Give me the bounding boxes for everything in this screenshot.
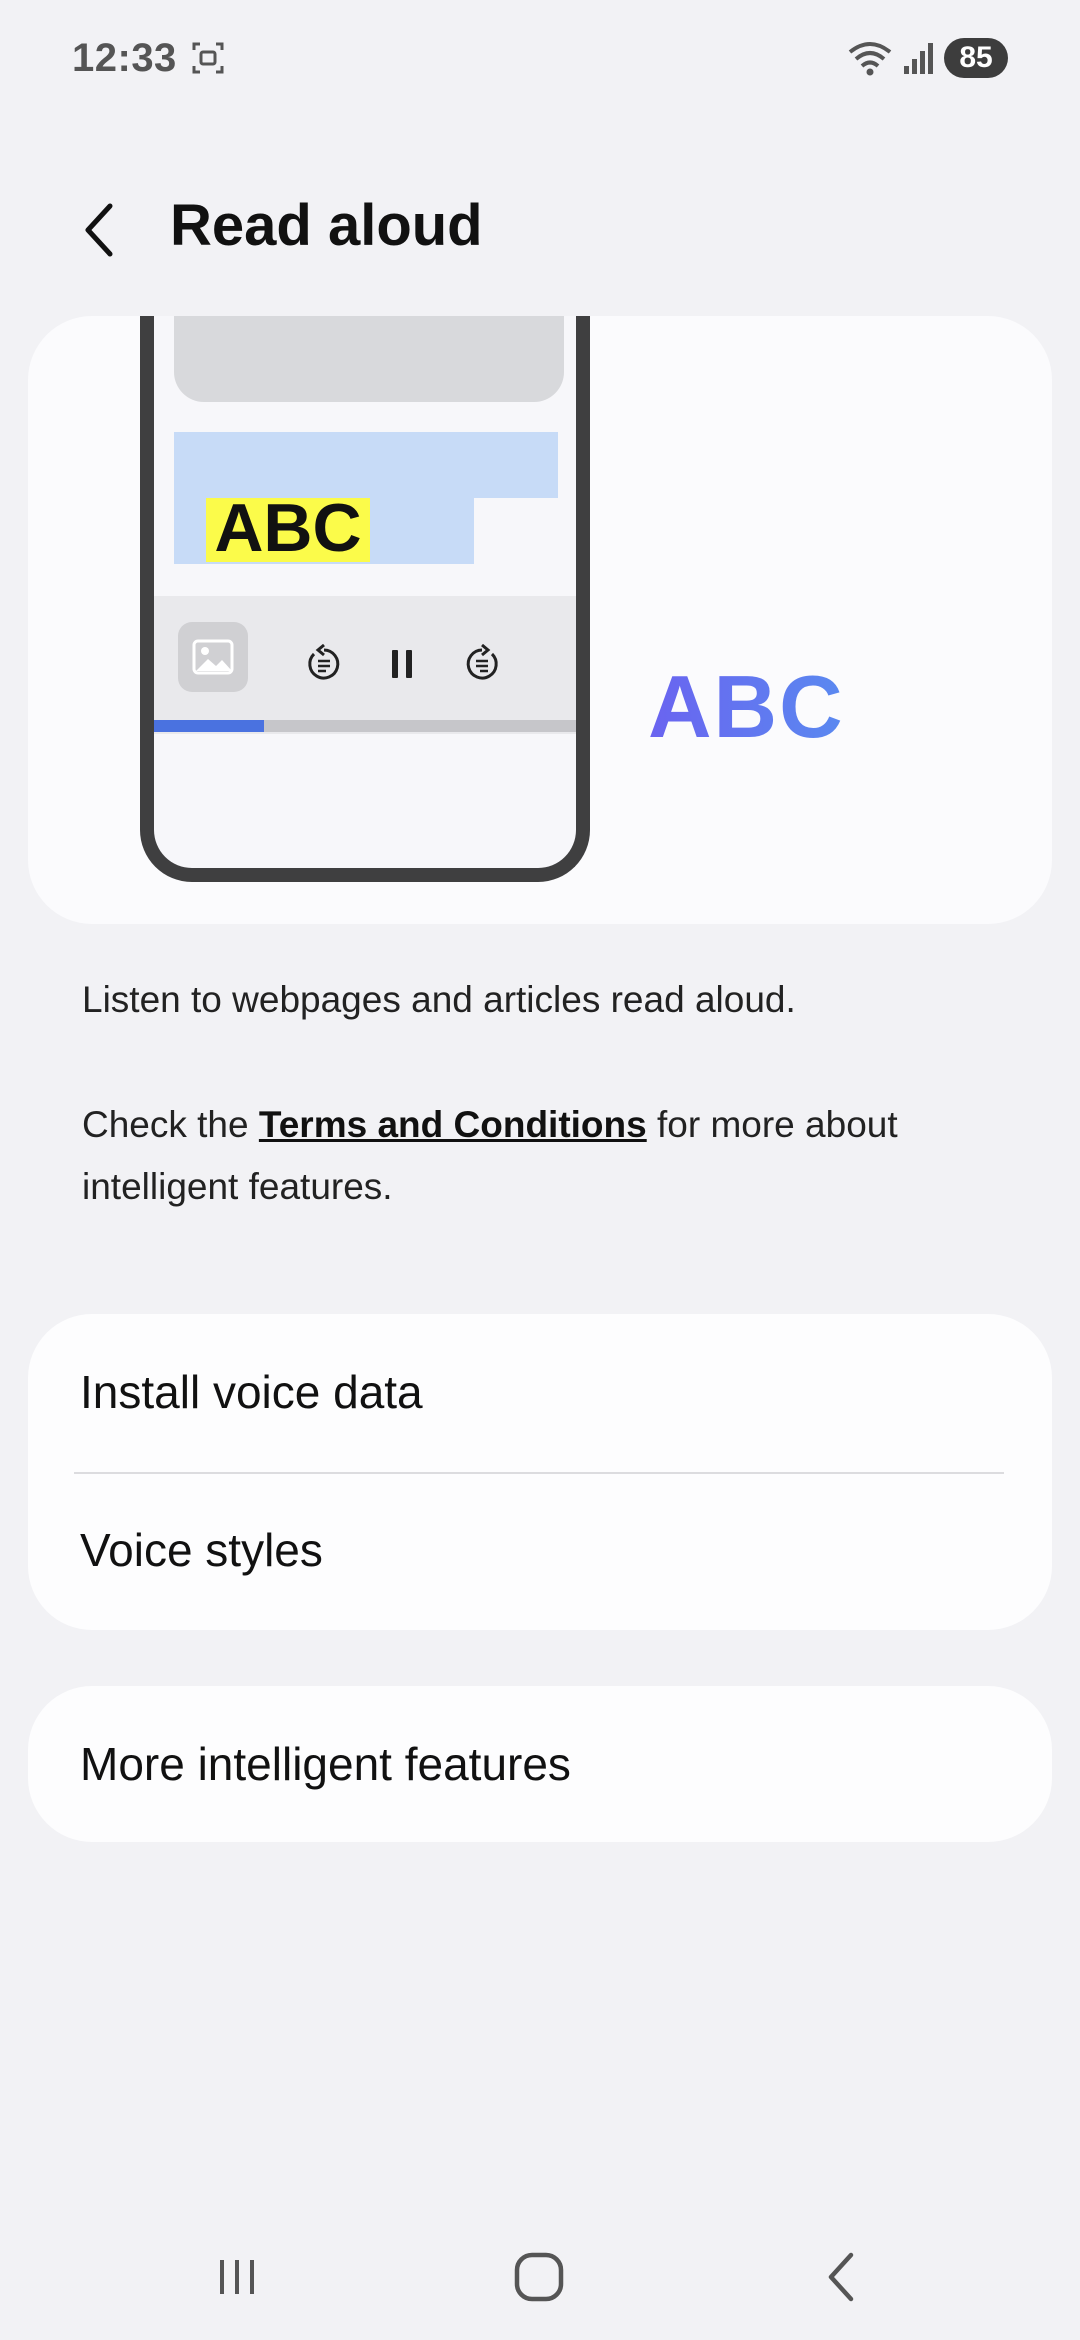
- status-bar: 12:33 85: [0, 0, 1080, 120]
- voice-styles-label: Voice styles: [80, 1524, 323, 1576]
- install-voice-data-item[interactable]: Install voice data: [28, 1314, 1052, 1470]
- phone-illustration: ABC: [140, 316, 590, 882]
- home-icon: [514, 2252, 564, 2302]
- voice-styles-item[interactable]: Voice styles: [28, 1472, 1052, 1628]
- chevron-left-icon: [85, 203, 113, 257]
- feature-description: Listen to webpages and articles read alo…: [82, 979, 796, 1020]
- sample-text: ABC: [214, 490, 362, 566]
- recents-icon: [220, 2260, 254, 2294]
- settings-card: Install voice data Voice styles: [28, 1314, 1052, 1630]
- home-button[interactable]: [494, 2242, 584, 2312]
- signal-icon: [904, 43, 933, 74]
- status-time: 12:33: [72, 36, 177, 80]
- waveform-icon: [633, 503, 955, 649]
- image-icon: [178, 622, 248, 692]
- forward-icon: [460, 642, 504, 686]
- playback-progress: [154, 720, 576, 732]
- navigation-bar: [0, 2200, 1080, 2340]
- playback-progress-fill: [154, 720, 264, 732]
- page-title: Read aloud: [170, 193, 483, 258]
- recents-button[interactable]: [192, 2242, 282, 2312]
- nav-back-button[interactable]: [796, 2242, 886, 2312]
- more-intelligent-features-item[interactable]: More intelligent features: [28, 1686, 1052, 1842]
- terms-prefix: Check the: [82, 1104, 259, 1145]
- content-placeholder: [174, 316, 564, 402]
- wifi-icon: [848, 42, 892, 76]
- terms-link[interactable]: Terms and Conditions: [259, 1104, 647, 1145]
- install-voice-data-label: Install voice data: [80, 1366, 423, 1418]
- terms-notice: Check the Terms and Conditions for more …: [82, 1094, 1002, 1218]
- pause-icon: [380, 642, 424, 686]
- hero-illustration: ABC ABC: [28, 316, 1052, 924]
- back-icon: [828, 2252, 854, 2302]
- screenshot-icon: [192, 42, 224, 74]
- back-button[interactable]: [60, 190, 140, 270]
- rewind-icon: [302, 642, 346, 686]
- battery-indicator: 85: [944, 38, 1008, 78]
- hero-text: ABC: [648, 656, 978, 758]
- more-intelligent-features-label: More intelligent features: [80, 1738, 571, 1790]
